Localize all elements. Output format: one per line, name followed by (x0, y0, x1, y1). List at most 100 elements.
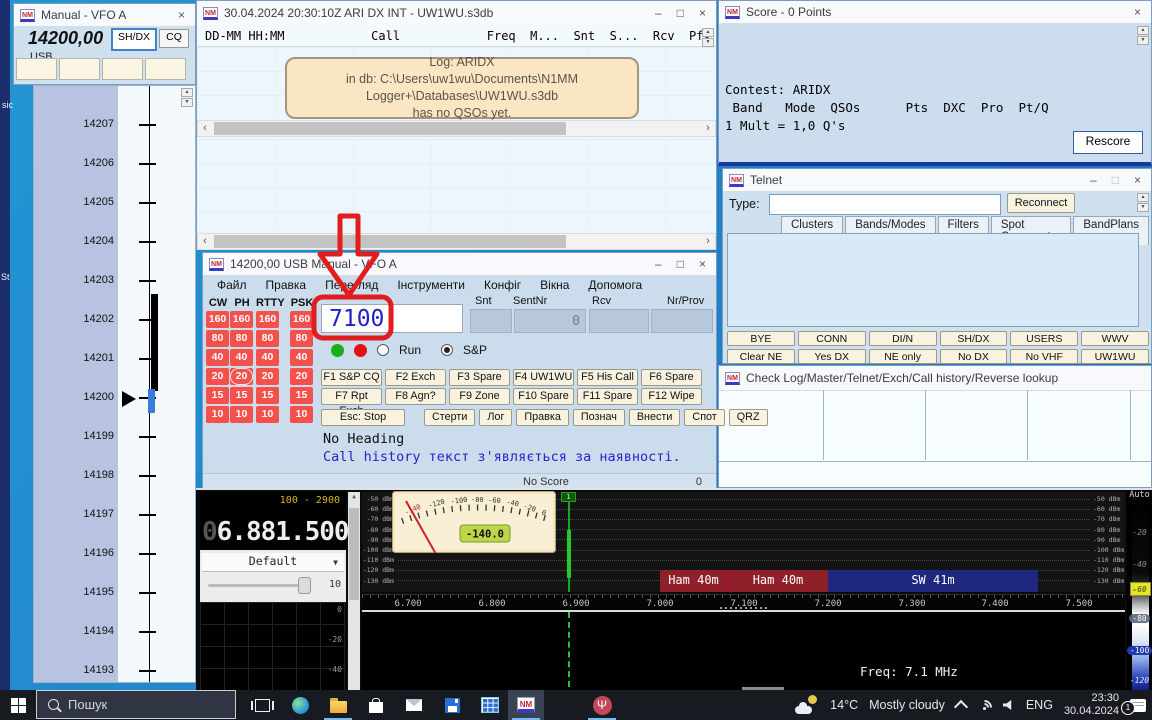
bandmap-frequency-row[interactable]: 14196 (34, 534, 195, 573)
gain-slider-handle[interactable] (298, 577, 311, 594)
band-button[interactable]: 15 (230, 387, 253, 404)
edge-browser-button[interactable] (282, 690, 318, 720)
log-pane-allbands[interactable] (197, 139, 716, 231)
bandmap-frequency-row[interactable]: 14195 (34, 573, 195, 612)
bandmap-frequency-row[interactable]: 14193 (34, 651, 195, 683)
telnet-command-button[interactable]: BYE (727, 331, 795, 346)
bandmap-frequency-row[interactable]: 14206 (34, 144, 195, 183)
band-button[interactable]: 80 (230, 330, 253, 347)
bandmap-frequency-row[interactable]: 14198 (34, 456, 195, 495)
minimize-icon[interactable]: – (655, 257, 662, 271)
telnet-command-button[interactable]: USERS (1010, 331, 1078, 346)
bandmap-frequency-row[interactable]: 14199 (34, 417, 195, 456)
nrprov-field[interactable] (651, 309, 713, 333)
cq-button[interactable]: CQ (159, 29, 189, 48)
save-app-button[interactable] (434, 690, 470, 720)
clock[interactable]: 23:30 30.04.2024 (1064, 692, 1119, 718)
waterfall-display[interactable]: Freq: 7.1 MHz (362, 612, 1125, 690)
maximize-icon[interactable]: □ (677, 6, 684, 20)
weather-icon[interactable] (795, 695, 819, 715)
band-button[interactable]: 40 (206, 349, 229, 366)
fkey-button[interactable]: F5 His Call (577, 369, 638, 386)
band-button[interactable]: 40 (290, 349, 313, 366)
weather-desc[interactable]: Mostly cloudy (869, 698, 945, 712)
action-button[interactable]: Стерти (424, 409, 475, 426)
log-scrollbar-top[interactable]: ‹› (197, 120, 716, 137)
snt-field[interactable] (470, 309, 512, 333)
telnet-command-button[interactable]: No VHF (1010, 349, 1078, 364)
menu-item[interactable]: Правка (266, 278, 307, 292)
band-button[interactable]: 10 (206, 406, 229, 423)
band-button[interactable]: 20 (206, 368, 229, 385)
band-button[interactable]: 40 (230, 349, 253, 366)
taskbar-search[interactable]: Пошук (36, 690, 236, 719)
bandmap-frequency-row[interactable]: 14205 (34, 183, 195, 222)
store-button[interactable] (358, 690, 394, 720)
band-button[interactable]: 10 (290, 406, 313, 423)
fkey-button[interactable]: F12 Wipe (641, 388, 702, 405)
volume-icon[interactable] (1003, 700, 1015, 710)
band-button[interactable]: 160 (206, 311, 229, 328)
band-bar-ham40m-a[interactable]: Ham 40m (660, 570, 728, 592)
sentnr-field[interactable]: 0 (514, 309, 586, 333)
telnet-command-button[interactable]: DI/N (869, 331, 937, 346)
telnet-command-button[interactable]: Yes DX (798, 349, 866, 364)
action-button[interactable]: Спот (684, 409, 724, 426)
bandmap-frequency-row[interactable]: 14202 (34, 300, 195, 339)
bandmap-frequency-row[interactable]: 14194 (34, 612, 195, 651)
telnet-command-button[interactable]: UW1WU (1081, 349, 1149, 364)
action-button[interactable]: Правка (516, 409, 568, 426)
bandmap-frequency-row[interactable]: 14204 (34, 222, 195, 261)
band-button[interactable]: 20 (290, 368, 313, 385)
menu-item[interactable]: Інструменти (397, 278, 465, 292)
band-button[interactable]: 80 (206, 330, 229, 347)
close-icon[interactable]: × (699, 6, 706, 20)
band-button[interactable]: 20 (256, 368, 279, 385)
rescore-button[interactable]: Rescore (1073, 131, 1143, 154)
close-icon[interactable]: × (1134, 173, 1141, 187)
language-indicator[interactable]: ENG (1026, 698, 1053, 712)
telnet-command-button[interactable]: SH/DX (940, 331, 1008, 346)
close-icon[interactable]: × (1134, 5, 1141, 19)
mail-button[interactable] (396, 690, 432, 720)
fkey-button[interactable]: F4 UW1WU (513, 369, 574, 386)
spreadsheet-app-button[interactable] (472, 690, 508, 720)
telnet-output-panel[interactable] (727, 233, 1139, 327)
band-button[interactable]: 160 (230, 311, 253, 328)
menu-item[interactable]: Вікна (540, 278, 569, 292)
task-view-button[interactable] (244, 690, 280, 720)
callsign-input[interactable]: 7100 (321, 304, 463, 333)
fkey-button[interactable]: F3 Spare (449, 369, 510, 386)
start-button[interactable] (0, 690, 36, 720)
menu-item[interactable]: Файл (217, 278, 247, 292)
bandmap-frequency-row[interactable]: 14203 (34, 261, 195, 300)
minimize-icon[interactable]: – (1090, 173, 1097, 187)
fkey-button[interactable]: F7 Rpt Exch (321, 388, 382, 405)
score-spinner[interactable]: ▲▼ (1137, 26, 1149, 45)
band-button[interactable]: 40 (256, 349, 279, 366)
gain-slider-track[interactable] (208, 584, 308, 587)
shdx-button[interactable]: SH/DX (111, 28, 157, 51)
fkey-button[interactable]: F9 Zone (449, 388, 510, 405)
sdr-vertical-scrollbar[interactable]: ▲ (348, 492, 360, 690)
action-button[interactable]: Внести (629, 409, 681, 426)
notification-icon[interactable]: 1 (1130, 699, 1146, 712)
chevron-up-icon[interactable] (954, 699, 968, 713)
log-scrollbar-bottom[interactable]: ‹› (197, 233, 716, 250)
band-button[interactable]: 15 (290, 387, 313, 404)
telnet-command-button[interactable]: No DX (940, 349, 1008, 364)
band-bar-sw41m[interactable]: SW 41m (828, 570, 1038, 592)
frequency-scale[interactable]: 6.7006.8006.9007.0007.1007.2007.3007.400… (362, 594, 1125, 611)
bandmap-zoom-spinner[interactable]: ▲▼ (181, 88, 193, 107)
band-button[interactable]: 10 (256, 406, 279, 423)
maximize-icon[interactable]: □ (1112, 173, 1119, 187)
telnet-command-button[interactable]: Clear NE (727, 349, 795, 364)
band-button[interactable]: 80 (290, 330, 313, 347)
band-button[interactable]: 160 (256, 311, 279, 328)
sdr-app-button[interactable]: Ψ (584, 690, 620, 720)
close-icon[interactable]: × (699, 257, 706, 271)
weather-temp[interactable]: 14°C (830, 698, 858, 712)
close-icon[interactable]: × (178, 8, 185, 22)
fkey-button[interactable]: F6 Spare (641, 369, 702, 386)
band-button[interactable]: 15 (256, 387, 279, 404)
